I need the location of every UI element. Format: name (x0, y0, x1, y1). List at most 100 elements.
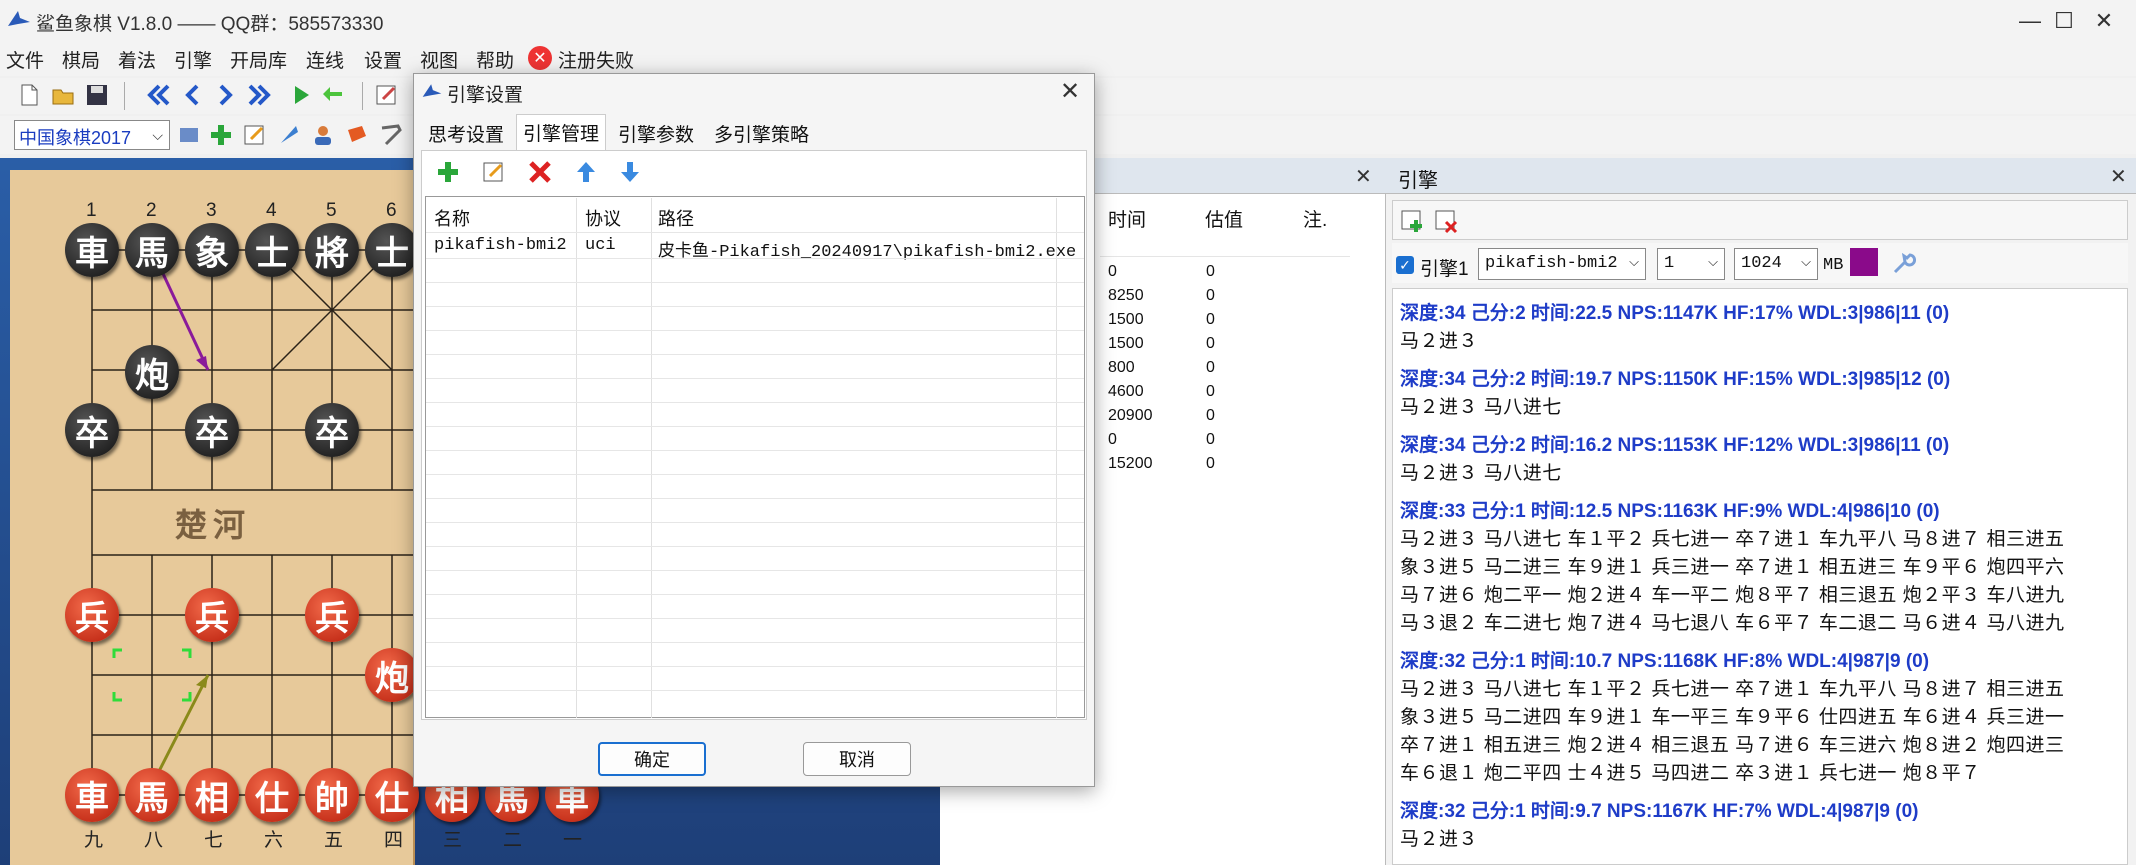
column-header-protocol[interactable]: 协议 (585, 205, 621, 231)
chevron-down-icon: ⌵ (1629, 255, 1639, 270)
file-label: 一 (563, 830, 583, 851)
red-soldier[interactable]: 兵 (305, 588, 359, 642)
black-soldier[interactable]: 卒 (185, 403, 239, 457)
ok-button[interactable]: 确定 (598, 742, 706, 776)
hash-size-select[interactable]: 1024 ⌵ (1734, 248, 1818, 280)
engine-name-select[interactable]: pikafish-bmi2 ⌵ (1478, 248, 1646, 280)
black-advisor[interactable]: 士 (245, 223, 299, 277)
menu-game[interactable]: 棋局 (62, 46, 100, 73)
register-status[interactable]: 注册失败 (558, 46, 634, 73)
file-label: 七 (204, 830, 224, 851)
analysis-pv: 马３退２ 车二进七 炮７进４ 马七退八 车６平７ 车二退二 马６进４ 马八进九 (1400, 613, 2065, 634)
feather-icon[interactable] (276, 122, 302, 148)
analysis-pv: 象３进５ 马二进四 车９进１ 车一平三 车９平６ 仕四进五 车６进４ 兵三进一 (1400, 707, 2065, 728)
add-icon[interactable] (435, 159, 461, 185)
menu-opening-book[interactable]: 开局库 (230, 46, 287, 73)
time-cell: 1500 (1108, 335, 1144, 352)
save-icon[interactable] (84, 82, 110, 108)
edit-icon[interactable] (481, 159, 507, 185)
edit-icon[interactable] (374, 82, 400, 108)
open-folder-icon[interactable] (50, 82, 76, 108)
menu-view[interactable]: 视图 (420, 46, 458, 73)
black-cannon[interactable]: 炮 (125, 345, 179, 399)
red-elephant[interactable]: 相 (185, 768, 239, 822)
close-icon[interactable]: ✕ (1355, 164, 1372, 189)
time-cell: 0 (1108, 263, 1117, 280)
red-cannon[interactable]: 炮 (365, 648, 419, 702)
engine-panel-header (1385, 158, 2136, 194)
flag-icon[interactable] (344, 122, 370, 148)
add-icon[interactable] (208, 122, 234, 148)
tool-icon[interactable] (378, 122, 404, 148)
tab-thinking-settings[interactable]: 思考设置 (424, 120, 508, 147)
analysis-info: 深度:34 己分:2 时间:16.2 NPS:1153K HF:12% WDL:… (1400, 435, 1950, 456)
menu-file[interactable]: 文件 (6, 46, 44, 73)
red-horse[interactable]: 馬 (125, 768, 179, 822)
wrench-icon[interactable] (1890, 250, 1916, 276)
red-general[interactable]: 帥 (305, 768, 359, 822)
last-move-icon[interactable] (246, 82, 272, 108)
add-engine-icon[interactable] (1399, 208, 1425, 234)
dialog-close-button[interactable]: ✕ (1060, 77, 1080, 106)
remove-engine-icon[interactable] (1433, 208, 1459, 234)
black-elephant[interactable]: 象 (185, 223, 239, 277)
red-soldier[interactable]: 兵 (185, 588, 239, 642)
undo-icon[interactable] (320, 82, 346, 108)
engine-color-swatch[interactable] (1850, 248, 1878, 276)
black-chariot[interactable]: 車 (65, 223, 119, 277)
close-icon[interactable]: ✕ (2110, 164, 2127, 189)
analysis-pv: 卒７进１ 相五进三 炮２进４ 相三退五 马７进６ 车三进六 炮８进２ 炮四进三 (1400, 735, 2065, 756)
column-header-path[interactable]: 路径 (658, 205, 694, 231)
chess-board[interactable]: 1 2 3 4 5 6 九 八 七 六 五 四 車 馬 象 士 將 士 炮 卒 … (10, 170, 419, 865)
column-header-eval[interactable]: 估值 (1205, 205, 1243, 232)
menu-settings[interactable]: 设置 (364, 46, 402, 73)
user-icon[interactable] (310, 122, 336, 148)
tab-engine-management[interactable]: 引擎管理 (516, 114, 607, 150)
menu-help[interactable]: 帮助 (476, 46, 514, 73)
file-label: 九 (84, 830, 104, 851)
previous-move-icon[interactable] (180, 82, 206, 108)
black-horse[interactable]: 馬 (125, 223, 179, 277)
black-advisor[interactable]: 士 (365, 223, 419, 277)
threads-select[interactable]: 1 ⌵ (1657, 248, 1725, 280)
delete-icon[interactable] (527, 159, 553, 185)
tab-engine-params[interactable]: 引擎参数 (614, 120, 698, 147)
red-soldier[interactable]: 兵 (65, 588, 119, 642)
red-advisor[interactable]: 仕 (245, 768, 299, 822)
black-soldier[interactable]: 卒 (305, 403, 359, 457)
time-cell: 20900 (1108, 407, 1153, 424)
file-label: 5 (326, 200, 337, 221)
eval-cell: 0 (1206, 359, 1215, 376)
board-icon[interactable] (176, 122, 202, 148)
close-button[interactable]: ✕ (2072, 0, 2136, 42)
time-cell: 0 (1108, 431, 1117, 448)
next-move-icon[interactable] (212, 82, 238, 108)
engine-enable-checkbox[interactable]: ✓ (1396, 256, 1414, 274)
time-cell: 1500 (1108, 311, 1144, 328)
first-move-icon[interactable] (146, 82, 172, 108)
column-header-notes[interactable]: 注. (1303, 205, 1327, 232)
menu-engine[interactable]: 引擎 (174, 46, 212, 73)
new-file-icon[interactable] (16, 82, 42, 108)
analysis-info: 深度:34 己分:2 时间:22.5 NPS:1147K HF:17% WDL:… (1400, 303, 1950, 324)
play-icon[interactable] (288, 82, 314, 108)
river-label: 楚河 (175, 506, 252, 544)
tab-multi-engine[interactable]: 多引擎策略 (710, 120, 813, 147)
column-header-time[interactable]: 时间 (1108, 205, 1146, 232)
red-chariot[interactable]: 車 (65, 768, 119, 822)
file-label: 六 (264, 830, 284, 851)
edit-note-icon[interactable] (242, 122, 268, 148)
game-type-select[interactable]: 中国象棋2017 ⌵ (14, 120, 170, 150)
analysis-info: 深度:32 己分:1 时间:9.7 NPS:1167K HF:7% WDL:4|… (1400, 801, 1919, 822)
cancel-button[interactable]: 取消 (803, 742, 911, 776)
menu-connect[interactable]: 连线 (306, 46, 344, 73)
column-header-name[interactable]: 名称 (434, 205, 470, 231)
black-general[interactable]: 將 (305, 223, 359, 277)
analysis-info: 深度:32 己分:1 时间:10.7 NPS:1168K HF:8% WDL:4… (1400, 651, 1930, 672)
engine-name-value: pikafish-bmi2 (1485, 254, 1618, 273)
menu-moves[interactable]: 着法 (118, 46, 156, 73)
black-soldier[interactable]: 卒 (65, 403, 119, 457)
move-down-icon[interactable] (617, 159, 643, 185)
red-advisor[interactable]: 仕 (365, 768, 419, 822)
move-up-icon[interactable] (573, 159, 599, 185)
